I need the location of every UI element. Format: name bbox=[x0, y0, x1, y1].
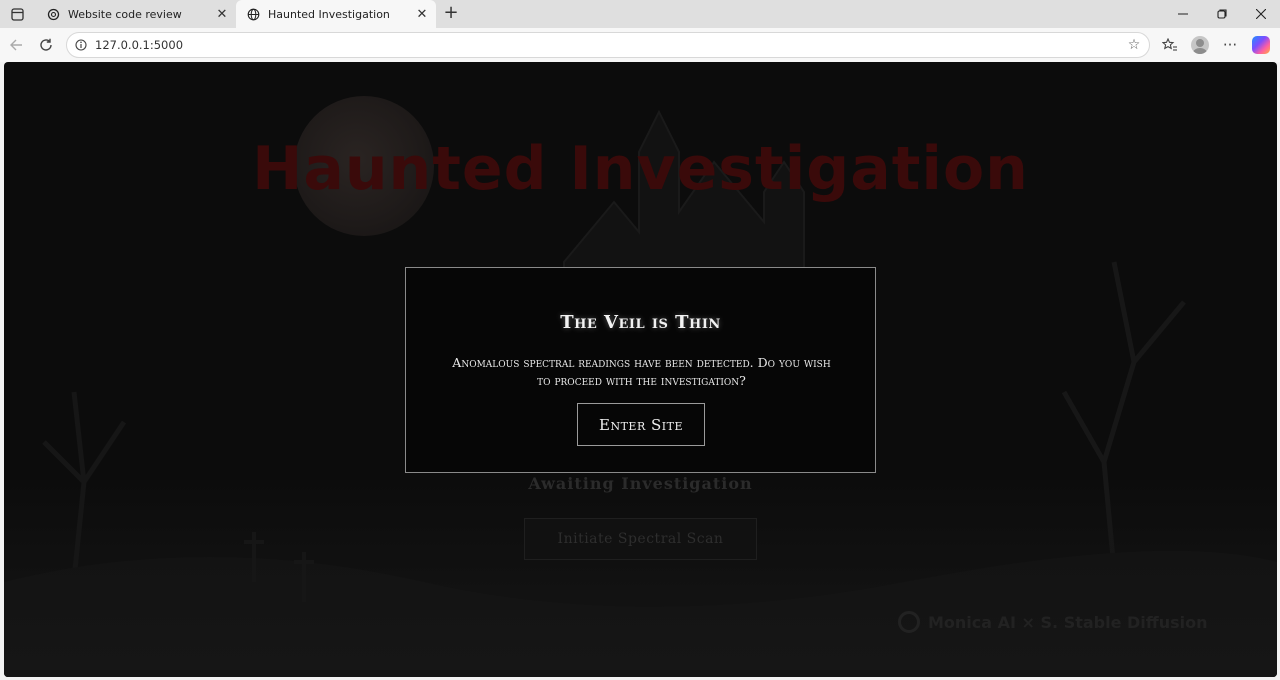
globe-icon bbox=[246, 7, 260, 21]
tab-title: Haunted Investigation bbox=[268, 7, 390, 21]
address-bar[interactable]: 127.0.0.1:5000 ☆ bbox=[66, 32, 1150, 58]
modal-title: The Veil is Thin bbox=[560, 312, 721, 333]
tab-website-code-review[interactable]: Website code review ✕ bbox=[36, 0, 236, 28]
favorite-star-icon[interactable]: ☆ bbox=[1119, 37, 1149, 53]
ground-fog bbox=[4, 477, 1277, 677]
page-viewport: Haunted Investigation Awaiting Investiga… bbox=[4, 62, 1277, 677]
modal-message: Anomalous spectral readings have been de… bbox=[452, 355, 831, 388]
profile-avatar[interactable] bbox=[1191, 36, 1209, 54]
browser-toolbar: 127.0.0.1:5000 ☆ ··· bbox=[0, 28, 1280, 62]
tab-haunted-investigation[interactable]: Haunted Investigation ✕ bbox=[236, 0, 436, 28]
openai-icon bbox=[46, 7, 60, 21]
site-title: Haunted Investigation bbox=[252, 134, 1029, 204]
refresh-icon[interactable] bbox=[34, 34, 58, 56]
copilot-icon[interactable] bbox=[1252, 36, 1270, 54]
watermark-text: Monica AI × S. Stable Diffusion bbox=[928, 612, 1208, 632]
tab-title: Website code review bbox=[68, 7, 182, 21]
site-info-icon[interactable] bbox=[67, 39, 95, 51]
watermark: Monica AI × S. Stable Diffusion bbox=[898, 611, 1208, 633]
back-icon[interactable] bbox=[4, 34, 28, 56]
investigation-status: Awaiting Investigation bbox=[528, 474, 753, 493]
more-options-icon[interactable]: ··· bbox=[1218, 34, 1242, 56]
new-tab-icon[interactable]: + bbox=[440, 2, 462, 24]
restore-icon[interactable] bbox=[1203, 0, 1241, 28]
tab-bar: Website code review ✕ Haunted Investigat… bbox=[0, 0, 1280, 28]
initiate-scan-button[interactable]: Initiate Spectral Scan bbox=[524, 518, 757, 560]
tab-actions-icon[interactable] bbox=[4, 4, 30, 24]
close-tab-icon[interactable]: ✕ bbox=[212, 7, 232, 22]
entry-modal: The Veil is Thin Anomalous spectral read… bbox=[405, 267, 876, 473]
minimize-icon[interactable] bbox=[1164, 0, 1202, 28]
close-window-icon[interactable] bbox=[1242, 0, 1280, 28]
favorites-icon[interactable] bbox=[1158, 34, 1182, 56]
close-tab-icon[interactable]: ✕ bbox=[412, 7, 432, 22]
monica-logo-icon bbox=[898, 611, 920, 633]
url-text: 127.0.0.1:5000 bbox=[95, 38, 184, 52]
enter-site-button[interactable]: Enter Site bbox=[577, 403, 705, 446]
